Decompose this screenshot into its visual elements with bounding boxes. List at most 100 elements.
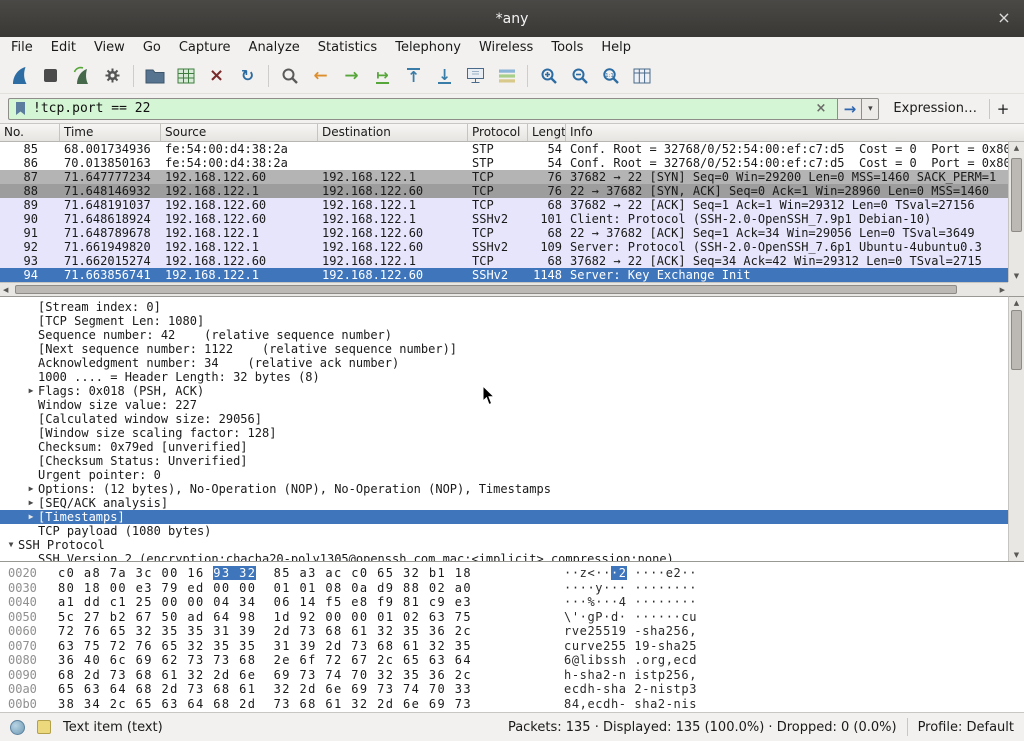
go-forward-button[interactable]: → xyxy=(336,62,367,90)
column-header-info[interactable]: Info xyxy=(566,124,1008,141)
close-window-button[interactable]: × xyxy=(994,8,1014,28)
detail-line[interactable]: [Next sequence number: 1122 (relative se… xyxy=(0,342,1008,356)
scrollbar-thumb[interactable] xyxy=(15,285,957,294)
hex-row[interactable]: 006072 76 65 32 35 35 31 39 2d 73 68 61 … xyxy=(8,624,1024,639)
expert-info-icon[interactable] xyxy=(10,720,25,735)
scroll-left-icon[interactable]: ◀ xyxy=(3,285,8,295)
zoom-out-button[interactable] xyxy=(564,62,595,90)
detail-line[interactable]: ▶Options: (12 bytes), No-Operation (NOP)… xyxy=(0,482,1008,496)
hex-row[interactable]: 00b038 34 2c 65 63 64 68 2d 73 68 61 32 … xyxy=(8,697,1024,712)
go-to-packet-button[interactable]: ↦ xyxy=(367,62,398,90)
go-first-button[interactable]: ↑ xyxy=(398,62,429,90)
scrollbar-thumb[interactable] xyxy=(1011,158,1022,232)
expand-icon[interactable]: ▶ xyxy=(24,482,38,496)
filter-history-dropdown[interactable]: ▾ xyxy=(862,98,879,120)
packet-row-94[interactable]: 9471.663856741192.168.122.1192.168.122.6… xyxy=(0,268,1008,282)
expand-icon[interactable]: ▶ xyxy=(24,384,38,398)
detail-line[interactable]: [Checksum Status: Unverified] xyxy=(0,454,1008,468)
menu-wireless[interactable]: Wireless xyxy=(470,38,542,57)
menu-file[interactable]: File xyxy=(2,38,42,57)
detail-line[interactable]: [Stream index: 0] xyxy=(0,300,1008,314)
profile-button[interactable]: Profile: Default xyxy=(918,720,1014,735)
menu-analyze[interactable]: Analyze xyxy=(240,38,309,57)
menu-tools[interactable]: Tools xyxy=(542,38,592,57)
packet-row-89[interactable]: 8971.648191037192.168.122.60192.168.122.… xyxy=(0,198,1008,212)
apply-filter-button[interactable]: → xyxy=(837,98,862,120)
hex-row[interactable]: 009068 2d 73 68 61 32 2d 6e 69 73 74 70 … xyxy=(8,668,1024,683)
hex-row[interactable]: 008036 40 6c 69 62 73 73 68 2e 6f 72 67 … xyxy=(8,653,1024,668)
menu-go[interactable]: Go xyxy=(134,38,170,57)
expand-icon[interactable]: ▶ xyxy=(24,496,38,510)
resize-columns-button[interactable] xyxy=(626,62,657,90)
detail-line[interactable]: 1000 .... = Header Length: 32 bytes (8) xyxy=(0,370,1008,384)
column-header-dst[interactable]: Destination xyxy=(318,124,468,141)
zoom-in-button[interactable] xyxy=(533,62,564,90)
hex-row[interactable]: 007063 75 72 76 65 32 35 35 31 39 2d 73 … xyxy=(8,639,1024,654)
detail-line[interactable]: TCP payload (1080 bytes) xyxy=(0,524,1008,538)
packet-row-87[interactable]: 8771.647777234192.168.122.60192.168.122.… xyxy=(0,170,1008,184)
find-packet-button[interactable] xyxy=(274,62,305,90)
column-header-proto[interactable]: Protocol xyxy=(468,124,528,141)
packet-row-85[interactable]: 8568.001734936fe:54:00:d4:38:2aSTP54Conf… xyxy=(0,142,1008,156)
column-header-len[interactable]: Length xyxy=(528,124,566,141)
zoom-original-button[interactable]: 1:1 xyxy=(595,62,626,90)
collapse-icon[interactable]: ▼ xyxy=(4,538,18,552)
hex-row[interactable]: 003080 18 00 e3 79 ed 00 00 01 01 08 0a … xyxy=(8,581,1024,596)
stop-capture-button[interactable] xyxy=(35,62,66,90)
menu-statistics[interactable]: Statistics xyxy=(309,38,386,57)
auto-scroll-button[interactable] xyxy=(460,62,491,90)
column-header-time[interactable]: Time xyxy=(60,124,161,141)
go-last-button[interactable]: ↓ xyxy=(429,62,460,90)
save-file-button[interactable] xyxy=(170,62,201,90)
scroll-right-icon[interactable]: ▶ xyxy=(1000,285,1005,295)
colorize-button[interactable] xyxy=(491,62,522,90)
packet-row-90[interactable]: 9071.648618924192.168.122.60192.168.122.… xyxy=(0,212,1008,226)
details-vertical-scrollbar[interactable]: ▲ ▼ xyxy=(1008,296,1024,561)
scroll-down-icon[interactable]: ▼ xyxy=(1009,271,1024,281)
detail-line[interactable]: Acknowledgment number: 34 (relative ack … xyxy=(0,356,1008,370)
hex-row[interactable]: 00a065 63 64 68 2d 73 68 61 32 2d 6e 69 … xyxy=(8,682,1024,697)
scrollbar-thumb[interactable] xyxy=(1011,310,1022,370)
detail-line[interactable]: Window size value: 227 xyxy=(0,398,1008,412)
menu-telephony[interactable]: Telephony xyxy=(386,38,470,57)
scroll-down-icon[interactable]: ▼ xyxy=(1009,550,1024,560)
bookmark-icon[interactable] xyxy=(15,101,26,116)
detail-line[interactable]: [Calculated window size: 29056] xyxy=(0,412,1008,426)
packet-row-86[interactable]: 8670.013850163fe:54:00:d4:38:2aSTP54Conf… xyxy=(0,156,1008,170)
expression-button[interactable]: Expression… xyxy=(893,101,977,116)
display-filter-input[interactable]: !tcp.port == 22 × xyxy=(8,98,837,120)
hex-row[interactable]: 0020c0 a8 7a 3c 00 16 93 32 85 a3 ac c0 … xyxy=(8,566,1024,581)
packet-row-93[interactable]: 9371.662015274192.168.122.60192.168.122.… xyxy=(0,254,1008,268)
go-back-button[interactable]: ← xyxy=(305,62,336,90)
detail-line[interactable]: ▶[SEQ/ACK analysis] xyxy=(0,496,1008,510)
packet-list-horizontal-scrollbar[interactable]: ◀ ▶ xyxy=(0,282,1008,296)
menu-help[interactable]: Help xyxy=(592,38,640,57)
packet-row-92[interactable]: 9271.661949820192.168.122.1192.168.122.6… xyxy=(0,240,1008,254)
close-file-button[interactable]: × xyxy=(201,62,232,90)
hex-row[interactable]: 0040a1 dd c1 25 00 00 04 34 06 14 f5 e8 … xyxy=(8,595,1024,610)
packet-row-88[interactable]: 8871.648146932192.168.122.1192.168.122.6… xyxy=(0,184,1008,198)
scroll-up-icon[interactable]: ▲ xyxy=(1009,298,1024,308)
menu-capture[interactable]: Capture xyxy=(170,38,240,57)
packet-list-vertical-scrollbar[interactable]: ▲ ▼ xyxy=(1008,142,1024,282)
clear-filter-icon[interactable]: × xyxy=(811,101,832,116)
detail-line[interactable]: ▶[Timestamps] xyxy=(0,510,1008,524)
detail-line[interactable]: [TCP Segment Len: 1080] xyxy=(0,314,1008,328)
menu-view[interactable]: View xyxy=(85,38,134,57)
detail-line[interactable]: ▶Flags: 0x018 (PSH, ACK) xyxy=(0,384,1008,398)
column-header-no[interactable]: No. xyxy=(0,124,60,141)
column-header-src[interactable]: Source xyxy=(161,124,318,141)
expand-icon[interactable]: ▶ xyxy=(24,510,38,524)
scroll-up-icon[interactable]: ▲ xyxy=(1009,143,1024,153)
restart-capture-button[interactable] xyxy=(66,62,97,90)
detail-line[interactable]: Sequence number: 42 (relative sequence n… xyxy=(0,328,1008,342)
detail-line[interactable]: [Window size scaling factor: 128] xyxy=(0,426,1008,440)
start-capture-button[interactable] xyxy=(4,62,35,90)
packet-row-91[interactable]: 9171.648789678192.168.122.1192.168.122.6… xyxy=(0,226,1008,240)
menu-edit[interactable]: Edit xyxy=(42,38,85,57)
detail-line[interactable]: ▼SSH Protocol xyxy=(0,538,1008,552)
detail-line[interactable]: SSH Version 2 (encryption:chacha20-poly1… xyxy=(0,552,1008,561)
capture-options-button[interactable] xyxy=(97,62,128,90)
open-file-button[interactable] xyxy=(139,62,170,90)
add-filter-button[interactable]: + xyxy=(990,100,1016,118)
